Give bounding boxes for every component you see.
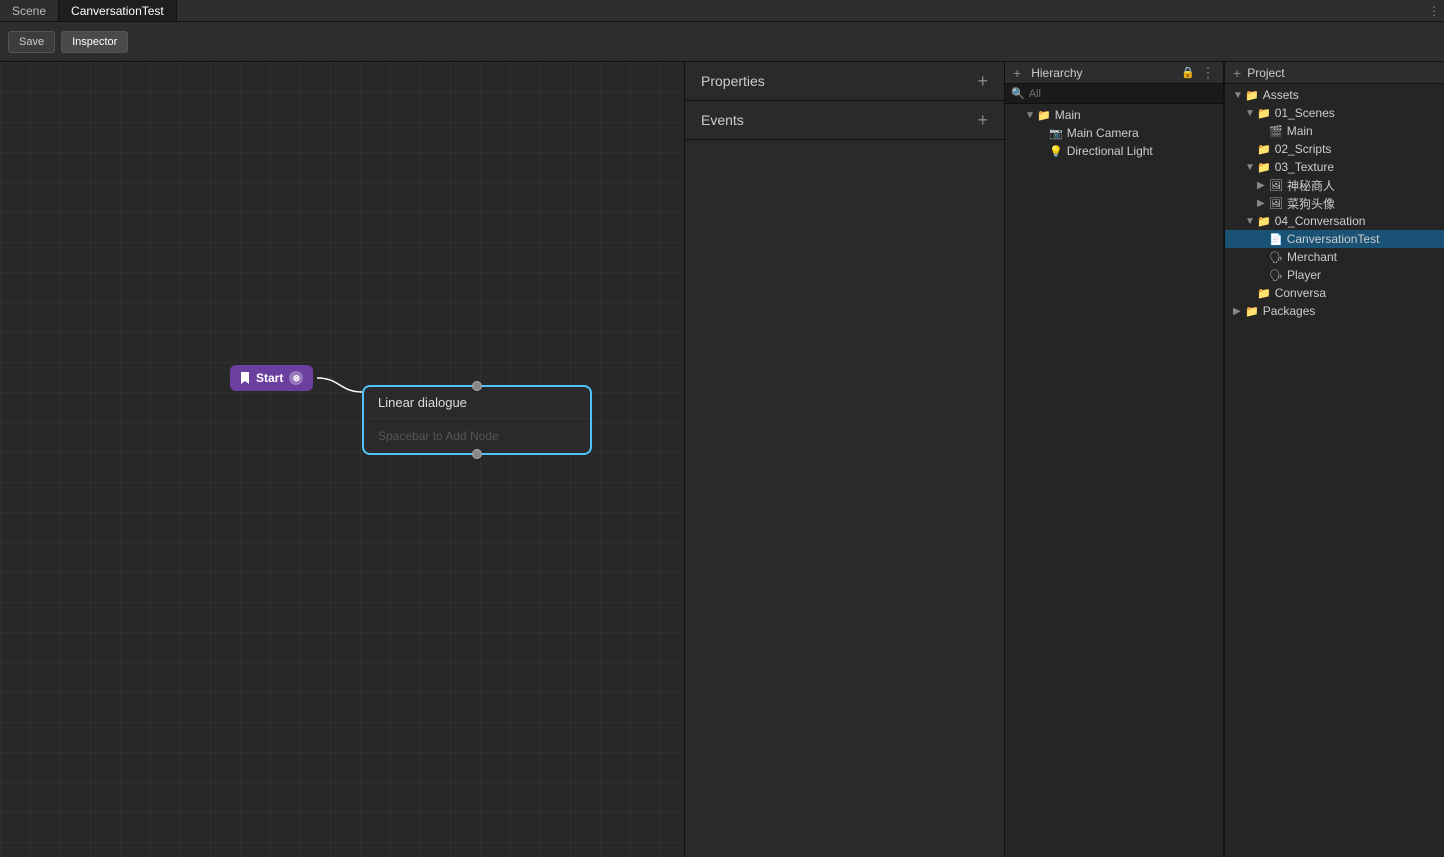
project-item-04conversation[interactable]: ▼ 📁 04_Conversation <box>1225 212 1444 230</box>
folder-icon: 📁 <box>1037 109 1051 122</box>
project-item-player[interactable]: 🗣 Player <box>1225 266 1444 284</box>
project-item-packages[interactable]: ▶ 📁 Packages <box>1225 302 1444 320</box>
events-add-icon[interactable]: + <box>977 111 988 129</box>
project-add-button[interactable]: + <box>1231 65 1243 81</box>
project-item-sprite1[interactable]: ▶ 🖼 神秘商人 <box>1225 176 1444 194</box>
arrow-icon: ▼ <box>1233 90 1245 101</box>
arrow-icon: ▼ <box>1245 108 1257 119</box>
folder-icon: 📁 <box>1245 305 1259 318</box>
folder-icon: 📁 <box>1257 215 1271 228</box>
project-panel: + Project ▼ 📁 Assets ▼ 📁 01_Scenes <box>1224 62 1444 857</box>
folder-icon: 📁 <box>1257 143 1271 156</box>
inspector-bar: Save Inspector <box>0 22 1444 62</box>
search-icon: 🔍 <box>1011 87 1025 100</box>
start-node-close[interactable]: ⊗ <box>289 371 303 385</box>
properties-section: Properties + <box>685 62 1004 101</box>
arrow-icon: ▶ <box>1257 180 1269 191</box>
top-bar: Scene CanversationTest ⋮ <box>0 0 1444 22</box>
tab-conversation-test[interactable]: CanversationTest <box>59 0 177 21</box>
start-node[interactable]: Start ⊗ <box>230 365 313 391</box>
dialogue-port-top[interactable] <box>472 381 482 391</box>
inspector-button[interactable]: Inspector <box>61 31 128 53</box>
camera-icon: 📷 <box>1049 127 1063 140</box>
scene-icon: 🎬 <box>1269 125 1283 138</box>
properties-add-icon[interactable]: + <box>977 72 988 90</box>
folder-icon: 📁 <box>1257 107 1271 120</box>
canvas-area[interactable]: Start ⊗ Linear dialogue Spacebar to Add … <box>0 62 684 857</box>
hierarchy-item-main[interactable]: ▼ 📁 Main <box>1005 106 1223 124</box>
events-section-header[interactable]: Events + <box>685 101 1004 139</box>
bookmark-icon <box>240 372 250 384</box>
center-area: Start ⊗ Linear dialogue Spacebar to Add … <box>0 62 1004 857</box>
events-section: Events + <box>685 101 1004 140</box>
arrow-icon: ▶ <box>1233 306 1245 317</box>
project-item-03texture[interactable]: ▼ 📁 03_Texture <box>1225 158 1444 176</box>
tab-scene[interactable]: Scene <box>0 0 59 21</box>
dialogue-node[interactable]: Linear dialogue Spacebar to Add Node <box>362 385 592 455</box>
hierarchy-panel: + Hierarchy 🔒 ⋮ 🔍 ▼ 📁 Main <box>1004 62 1224 857</box>
hierarchy-add-button[interactable]: + <box>1011 65 1023 81</box>
hierarchy-menu-icon[interactable]: ⋮ <box>1199 64 1217 81</box>
arrow-icon: ▼ <box>1025 110 1037 121</box>
file-icon: 📄 <box>1269 233 1283 246</box>
convo-icon: 🗣 <box>1269 269 1283 282</box>
properties-section-header[interactable]: Properties + <box>685 62 1004 100</box>
hierarchy-search-input[interactable] <box>1029 88 1217 100</box>
dialogue-node-header: Linear dialogue <box>364 387 590 419</box>
sprite-icon: 🖼 <box>1269 197 1283 210</box>
hierarchy-lock-icon[interactable]: 🔒 <box>1181 66 1195 79</box>
dialogue-port-bottom[interactable] <box>472 449 482 459</box>
connection-svg <box>0 62 684 857</box>
project-item-01scenes[interactable]: ▼ 📁 01_Scenes <box>1225 104 1444 122</box>
project-item-merchant[interactable]: 🗣 Merchant <box>1225 248 1444 266</box>
folder-icon: 📁 <box>1257 287 1271 300</box>
dialogue-node-body: Spacebar to Add Node <box>364 419 590 453</box>
hierarchy-title: Hierarchy <box>1031 66 1177 80</box>
folder-icon: 📁 <box>1245 89 1259 102</box>
project-item-canversation-test[interactable]: 📄 CanversationTest <box>1225 230 1444 248</box>
arrow-icon: ▼ <box>1245 216 1257 227</box>
hierarchy-project-row: + Hierarchy 🔒 ⋮ 🔍 ▼ 📁 Main <box>1004 62 1444 857</box>
folder-icon: 📁 <box>1257 161 1271 174</box>
project-item-02scripts[interactable]: 📁 02_Scripts <box>1225 140 1444 158</box>
properties-panel: Properties + Events + <box>684 62 1004 857</box>
project-title: Project <box>1247 66 1438 80</box>
hierarchy-tree: ▼ 📁 Main 📷 Main Camera 💡 Directio <box>1005 104 1223 857</box>
sprite-icon: 🖼 <box>1269 179 1283 192</box>
hierarchy-item-main-camera[interactable]: 📷 Main Camera <box>1005 124 1223 142</box>
project-tree: ▼ 📁 Assets ▼ 📁 01_Scenes 🎬 Main <box>1225 84 1444 857</box>
hierarchy-search-bar: 🔍 <box>1005 84 1223 104</box>
hierarchy-item-directional-light[interactable]: 💡 Directional Light <box>1005 142 1223 160</box>
save-button[interactable]: Save <box>8 31 55 53</box>
arrow-icon: ▶ <box>1257 198 1269 209</box>
project-item-sprite2[interactable]: ▶ 🖼 菜狗头像 <box>1225 194 1444 212</box>
project-item-main-scene[interactable]: 🎬 Main <box>1225 122 1444 140</box>
editor-area: Start ⊗ Linear dialogue Spacebar to Add … <box>0 62 1444 857</box>
top-bar-menu[interactable]: ⋮ <box>1424 4 1444 18</box>
arrow-icon: ▼ <box>1245 162 1257 173</box>
side-panels: + Hierarchy 🔒 ⋮ 🔍 ▼ 📁 Main <box>1004 62 1444 857</box>
convo-icon: 🗣 <box>1269 251 1283 264</box>
light-icon: 💡 <box>1049 145 1063 158</box>
hierarchy-header: + Hierarchy 🔒 ⋮ <box>1005 62 1223 84</box>
project-item-assets[interactable]: ▼ 📁 Assets <box>1225 86 1444 104</box>
project-header: + Project <box>1225 62 1444 84</box>
project-item-conversa[interactable]: 📁 Conversa <box>1225 284 1444 302</box>
